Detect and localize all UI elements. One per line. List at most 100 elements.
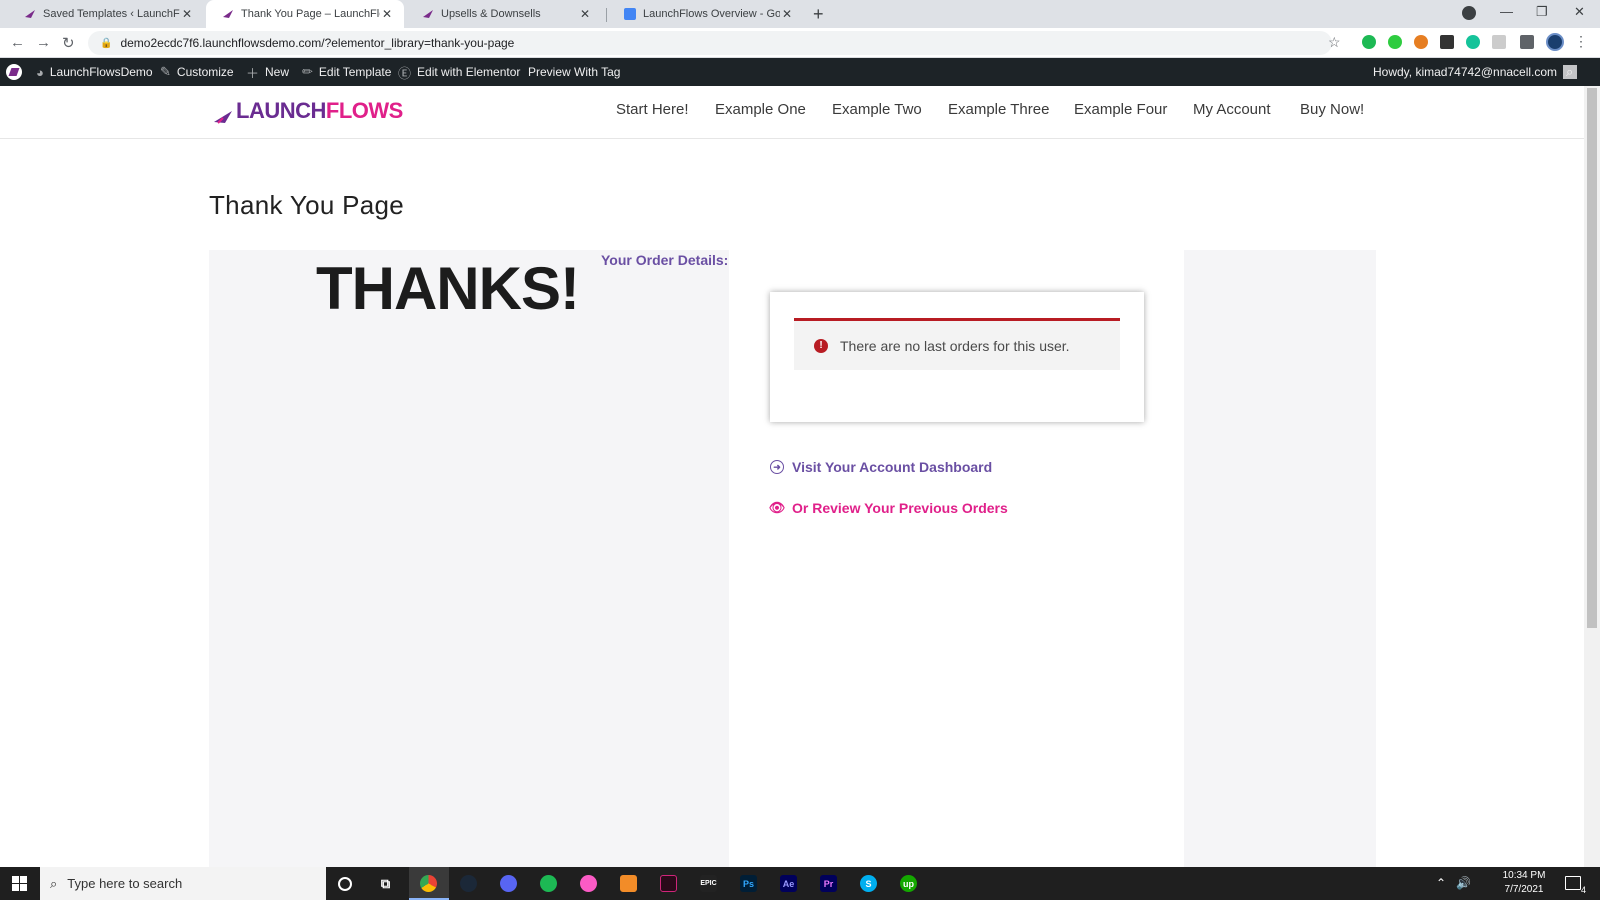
address-bar[interactable]: 🔒 demo2ecdc7f6.launchflowsdemo.com/?elem… xyxy=(88,31,1332,55)
taskbar-search-input[interactable]: ⌕ Type here to search xyxy=(40,867,326,900)
close-window-icon[interactable]: ✕ xyxy=(1574,4,1585,20)
site-icon[interactable] xyxy=(6,64,22,80)
app-icon[interactable] xyxy=(620,875,637,892)
nav-buy-now[interactable]: Buy Now! xyxy=(1300,101,1364,118)
admin-howdy-account[interactable]: Howdy, kimad74742@nnacell.com xyxy=(1373,58,1578,86)
dashboard-icon: ◕ xyxy=(36,64,44,80)
close-tab-icon[interactable]: ✕ xyxy=(180,7,194,21)
page-title: Thank You Page xyxy=(209,190,405,220)
admin-preview-with-tag[interactable]: Preview With Tag xyxy=(528,58,620,86)
grammarly-icon[interactable] xyxy=(1466,35,1480,49)
admin-customize[interactable]: ✎ Customize xyxy=(160,58,234,86)
extension-icon[interactable] xyxy=(1414,35,1428,49)
spotify-icon[interactable] xyxy=(540,875,557,892)
previous-orders-link[interactable]: 👁 Or Review Your Previous Orders xyxy=(768,500,1008,516)
lock-icon: 🔒 xyxy=(100,37,113,49)
extensions-puzzle-icon[interactable] xyxy=(1520,35,1534,49)
right-column-background xyxy=(1184,250,1376,867)
arrow-circle-icon: ➜ xyxy=(770,460,784,474)
epic-games-icon[interactable]: EPIC xyxy=(700,875,717,892)
nav-example-four[interactable]: Example Four xyxy=(1074,101,1167,118)
tab-separator xyxy=(606,8,607,22)
windows-start-icon[interactable] xyxy=(12,876,27,891)
media-control-icon[interactable] xyxy=(1462,6,1476,20)
photoshop-icon[interactable]: Ps xyxy=(740,875,757,892)
account-dashboard-link[interactable]: ➜ Visit Your Account Dashboard xyxy=(770,459,992,475)
nav-start-here[interactable]: Start Here! xyxy=(616,101,689,118)
pencil-icon: ✏ xyxy=(302,64,313,79)
cortana-icon[interactable] xyxy=(338,877,352,891)
clock-time: 10:34 PM xyxy=(1502,870,1546,881)
order-details-heading: Your Order Details: xyxy=(601,252,729,268)
after-effects-icon[interactable]: Ae xyxy=(780,875,797,892)
profile-avatar[interactable] xyxy=(1546,33,1564,51)
browser-menu-icon[interactable]: ⋮ xyxy=(1574,33,1588,50)
extension-icon[interactable] xyxy=(1362,35,1376,49)
search-icon: ⌕ xyxy=(50,875,58,891)
elementor-icon: Ⓔ xyxy=(398,65,412,81)
admin-new[interactable]: ＋ New xyxy=(246,58,289,86)
tab-saved-templates[interactable]: Saved Templates ‹ LaunchFlowsD ✕ xyxy=(8,0,204,28)
close-tab-icon[interactable]: ✕ xyxy=(780,7,794,21)
launchflows-favicon-icon xyxy=(24,8,36,20)
notification-center-icon[interactable]: 4 xyxy=(1565,876,1586,895)
tab-thank-you-page[interactable]: Thank You Page – LaunchFlowsD ✕ xyxy=(206,0,404,28)
chrome-icon[interactable] xyxy=(420,875,437,892)
launchflows-favicon-icon xyxy=(422,8,434,20)
nav-my-account[interactable]: My Account xyxy=(1193,101,1271,118)
itunes-icon[interactable] xyxy=(580,875,597,892)
premiere-icon[interactable]: Pr xyxy=(820,875,837,892)
browser-tab-strip: Saved Templates ‹ LaunchFlowsD ✕ Thank Y… xyxy=(0,0,1600,28)
restore-icon[interactable]: ❐ xyxy=(1536,4,1548,20)
page-scrollbar[interactable] xyxy=(1584,86,1600,867)
error-notice: ! There are no last orders for this user… xyxy=(794,318,1120,370)
skype-icon[interactable]: S xyxy=(860,875,877,892)
search-icon: ⌕ xyxy=(1566,64,1574,79)
vectr-icon[interactable] xyxy=(660,875,677,892)
bookmark-star-icon[interactable]: ☆ xyxy=(1328,34,1341,51)
nav-example-one[interactable]: Example One xyxy=(715,101,806,118)
reload-icon[interactable]: ↻ xyxy=(62,34,75,52)
admin-edit-template[interactable]: ✏ Edit Template xyxy=(302,58,391,86)
plus-icon: ＋ xyxy=(246,65,260,81)
admin-site-name[interactable]: ◕ LaunchFlowsDemo xyxy=(36,58,153,86)
nav-example-two[interactable]: Example Two xyxy=(832,101,922,118)
tray-chevron-icon[interactable]: ⌃ xyxy=(1436,876,1446,890)
eye-icon: 👁 xyxy=(768,500,786,515)
thanks-heading: THANKS! xyxy=(316,255,580,322)
scrollbar-thumb[interactable] xyxy=(1587,88,1597,628)
brush-icon: ✎ xyxy=(160,64,171,79)
system-clock[interactable]: 10:34 PM 7/7/2021 xyxy=(1494,869,1554,897)
tab-upsells[interactable]: Upsells & Downsells ✕ xyxy=(406,0,602,28)
launchflows-favicon-icon xyxy=(222,8,234,20)
nav-example-three[interactable]: Example Three xyxy=(948,101,1049,118)
volume-icon[interactable]: 🔊 xyxy=(1456,876,1471,890)
extension-icon[interactable] xyxy=(1388,35,1402,49)
tab-launchflows-overview[interactable]: LaunchFlows Overview - Google ✕ xyxy=(608,0,804,28)
new-tab-icon[interactable]: + xyxy=(813,4,824,24)
close-tab-icon[interactable]: ✕ xyxy=(578,7,592,21)
site-header: LAUNCH FLOWS Start Here! Example One Exam… xyxy=(0,86,1584,139)
clock-date: 7/7/2021 xyxy=(1504,884,1544,895)
admin-search-icon[interactable]: ⌕ xyxy=(1566,58,1579,86)
wp-admin-bar: ◕ LaunchFlowsDemo ✎ Customize ＋ New ✏ Ed… xyxy=(0,58,1600,86)
left-column-background xyxy=(209,250,729,867)
minimize-icon[interactable]: — xyxy=(1500,4,1513,19)
windows-taskbar: ⌕ Type here to search ⧉ EPIC Ps Ae Pr S … xyxy=(0,867,1600,900)
forward-icon[interactable]: → xyxy=(36,34,51,51)
extension-icon[interactable] xyxy=(1440,35,1454,49)
order-details-box: ! There are no last orders for this user… xyxy=(770,292,1144,422)
upwork-icon[interactable]: up xyxy=(900,875,917,892)
url-text: demo2ecdc7f6.launchflowsdemo.com/?elemen… xyxy=(120,36,515,50)
steam-icon[interactable] xyxy=(460,875,477,892)
google-docs-icon xyxy=(624,8,636,20)
back-icon[interactable]: ← xyxy=(10,34,25,51)
discord-icon[interactable] xyxy=(500,875,517,892)
browser-toolbar: ← → ↻ 🔒 demo2ecdc7f6.launchflowsdemo.com… xyxy=(0,28,1600,58)
launchflows-logo[interactable]: LAUNCH FLOWS xyxy=(214,98,403,124)
admin-edit-elementor[interactable]: Ⓔ Edit with Elementor xyxy=(398,58,520,86)
shield-extension-icon[interactable] xyxy=(1492,35,1506,49)
task-view-icon[interactable]: ⧉ xyxy=(377,875,394,892)
rocket-logo-icon xyxy=(214,104,232,124)
close-tab-icon[interactable]: ✕ xyxy=(380,7,394,21)
